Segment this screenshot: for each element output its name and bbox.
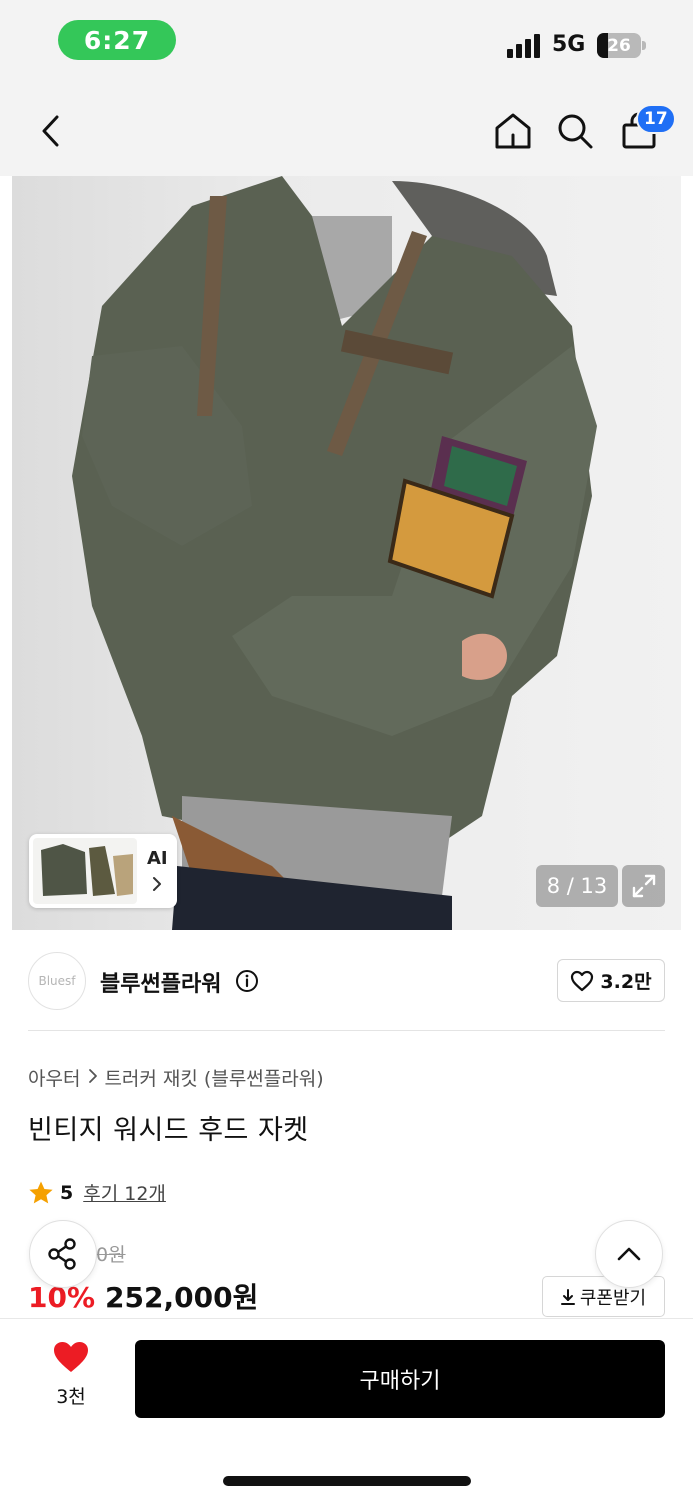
ai-thumbnail: [33, 838, 137, 904]
scroll-to-top-button[interactable]: [595, 1220, 663, 1288]
image-page-counter: 8 / 13: [536, 865, 618, 907]
home-button[interactable]: [490, 108, 536, 154]
chevron-right-icon: [153, 877, 161, 891]
battery-icon: 26: [597, 33, 641, 58]
network-type: 5G: [552, 32, 586, 57]
sale-price: 252,000원: [105, 1281, 259, 1314]
status-time: 6:27: [58, 20, 176, 60]
status-bar: 6:27 5G 26: [0, 0, 693, 86]
share-icon: [48, 1238, 76, 1270]
battery-tip: [642, 41, 646, 50]
back-button[interactable]: [28, 108, 74, 154]
review-count-link[interactable]: 후기 12개: [83, 1179, 166, 1206]
signal-icon: [507, 34, 540, 58]
divider: [28, 1030, 665, 1031]
chevron-right-icon: [88, 1067, 98, 1089]
wishlist-button[interactable]: 3천: [40, 1340, 102, 1418]
expand-image-button[interactable]: [622, 865, 665, 907]
chevron-up-icon: [617, 1247, 641, 1261]
search-button[interactable]: [552, 108, 598, 154]
coupon-label: 쿠폰받기: [579, 1287, 647, 1309]
battery-level: 26: [607, 35, 631, 56]
wishlist-count: 3천: [56, 1386, 86, 1408]
cart-count-badge: 17: [636, 104, 676, 134]
breadcrumb-category[interactable]: 아우터: [28, 1064, 80, 1091]
heart-outline-icon: [571, 970, 594, 991]
share-button[interactable]: [29, 1220, 97, 1288]
buy-button[interactable]: 구매하기: [135, 1340, 665, 1418]
brand-like-count: 3.2만: [600, 971, 652, 993]
chevron-left-icon: [42, 115, 59, 147]
product-image[interactable]: [12, 176, 681, 930]
brand-like-button[interactable]: 3.2만: [557, 959, 665, 1002]
product-title: 빈티지 워시드 후드 자켓: [28, 1115, 309, 1146]
heart-filled-icon: [54, 1342, 88, 1372]
info-icon[interactable]: [235, 969, 259, 993]
breadcrumb: 아우터 트러커 재킷 (블루썬플라워): [28, 1064, 324, 1091]
home-indicator: [223, 1476, 471, 1486]
ai-similar-items-card[interactable]: AI: [29, 834, 177, 908]
expand-icon: [632, 874, 655, 898]
brand-name[interactable]: 블루썬플라워: [100, 966, 221, 998]
ai-label: AI: [147, 848, 168, 869]
rating-value: 5: [60, 1181, 74, 1204]
rating-row: 5 후기 12개: [28, 1179, 166, 1206]
download-icon: [560, 1288, 575, 1305]
breadcrumb-subcategory[interactable]: 트러커 재킷 (블루썬플라워): [104, 1064, 323, 1091]
jacket-photo-illustration: [72, 176, 597, 930]
star-icon: [29, 1181, 53, 1203]
search-icon: [558, 114, 593, 149]
original-price: 0원: [96, 1244, 126, 1266]
top-nav-bar: [0, 86, 693, 176]
brand-logo[interactable]: Bluesf: [28, 952, 86, 1010]
home-icon: [495, 113, 531, 149]
